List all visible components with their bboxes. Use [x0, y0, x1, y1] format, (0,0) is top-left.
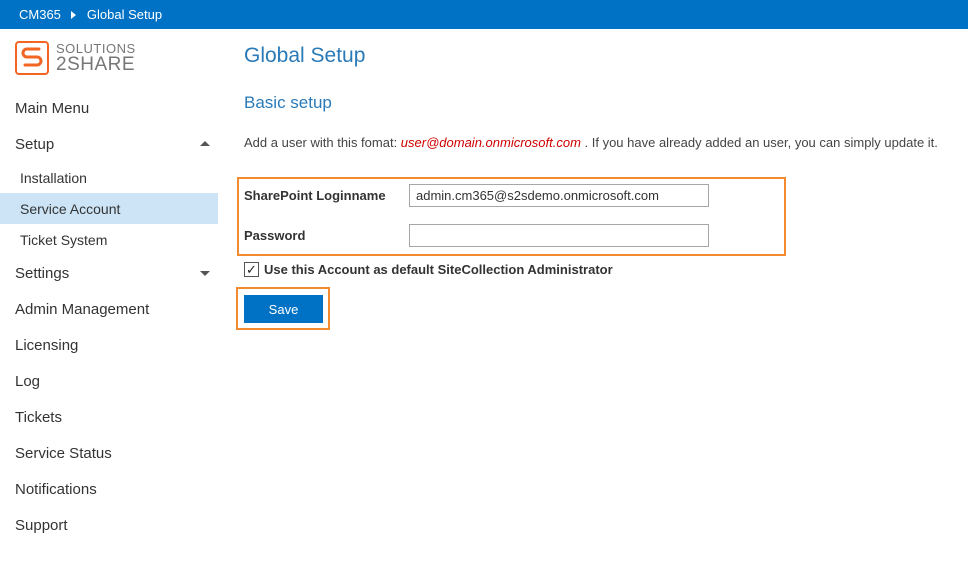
- sidebar-nav: Main Menu Setup Installation Service Acc…: [0, 90, 218, 543]
- caret-down-icon[interactable]: [200, 271, 210, 276]
- sidebar-item-label: Main Menu: [15, 99, 90, 117]
- loginname-label: SharePoint Loginname: [244, 188, 386, 203]
- sidebar-item-service-status[interactable]: Service Status: [0, 435, 218, 471]
- solutions2share-logo: SOLUTIONS 2SHARE: [15, 41, 136, 75]
- default-admin-checkbox[interactable]: ✓: [244, 262, 259, 277]
- caret-up-icon[interactable]: [200, 141, 210, 146]
- sidebar-item-label: Service Status: [15, 444, 112, 462]
- info-email-format: user@domain.onmicrosoft.com: [400, 135, 581, 150]
- info-text: Add a user with this fomat: user@domain.…: [244, 135, 938, 150]
- sidebar-item-label: Licensing: [15, 336, 79, 354]
- sidebar-item-label: Support: [15, 516, 68, 534]
- sidebar-item-tickets[interactable]: Tickets: [0, 399, 218, 435]
- sidebar-item-admin-management[interactable]: Admin Management: [0, 291, 218, 327]
- page-title: Global Setup: [244, 44, 366, 67]
- top-bar: CM365 Global Setup: [0, 0, 968, 29]
- info-suffix: . If you have already added an user, you…: [580, 135, 938, 150]
- sidebar-item-licensing[interactable]: Licensing: [0, 327, 218, 363]
- logo-text-line2: 2SHARE: [56, 54, 136, 75]
- sidebar-item-support[interactable]: Support: [0, 507, 218, 543]
- sidebar-item-setup[interactable]: Setup: [0, 126, 218, 162]
- sidebar-item-log[interactable]: Log: [0, 363, 218, 399]
- sidebar-item-label: Tickets: [15, 408, 62, 426]
- breadcrumb-separator-icon: [70, 10, 76, 19]
- sidebar-item-main-menu[interactable]: Main Menu: [0, 90, 218, 126]
- password-input[interactable]: [409, 224, 709, 247]
- sidebar-item-settings[interactable]: Settings: [0, 255, 218, 291]
- sidebar-item-installation[interactable]: Installation: [0, 162, 218, 193]
- sidebar-item-label: Notifications: [15, 480, 97, 498]
- breadcrumb-current-page[interactable]: Global Setup: [87, 7, 162, 22]
- breadcrumb-app-link[interactable]: CM365: [19, 7, 61, 22]
- save-button[interactable]: Save: [244, 295, 323, 323]
- sidebar-item-label: Admin Management: [15, 300, 150, 318]
- sidebar-item-label: Settings: [15, 264, 70, 282]
- loginname-input[interactable]: [409, 184, 709, 207]
- sidebar-item-notifications[interactable]: Notifications: [0, 471, 218, 507]
- sidebar-item-service-account[interactable]: Service Account: [0, 193, 218, 224]
- sidebar-item-ticket-system[interactable]: Ticket System: [0, 224, 218, 255]
- sidebar-item-label: Setup: [15, 135, 55, 153]
- sidebar-item-label: Service Account: [20, 200, 121, 217]
- logo-mark-icon: [15, 41, 49, 75]
- sidebar-item-label: Installation: [20, 169, 87, 186]
- default-admin-option: ✓ Use this Account as default SiteCollec…: [244, 262, 613, 277]
- password-label: Password: [244, 228, 306, 243]
- default-admin-label[interactable]: Use this Account as default SiteCollecti…: [264, 262, 613, 277]
- section-title: Basic setup: [244, 93, 332, 112]
- sidebar-item-label: Log: [15, 372, 41, 390]
- sidebar-item-label: Ticket System: [20, 231, 108, 248]
- info-prefix: Add a user with this fomat:: [244, 135, 401, 150]
